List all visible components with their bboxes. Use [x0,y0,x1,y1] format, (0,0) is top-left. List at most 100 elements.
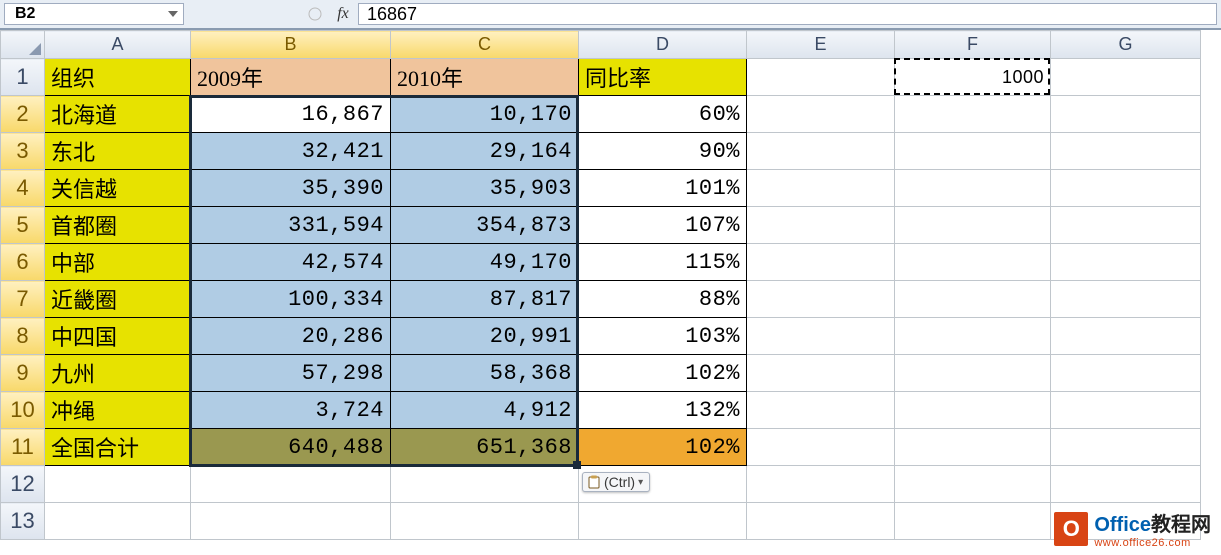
cell-G4[interactable] [1051,170,1201,207]
cell-B1[interactable]: 2009年 [191,59,391,96]
cell-C10[interactable]: 4,912 [391,392,579,429]
fx-icon[interactable]: fx [328,5,358,23]
cell-D11[interactable]: 102% [579,429,747,466]
col-header-E[interactable]: E [747,31,895,59]
row-header-13[interactable]: 13 [1,503,45,540]
cell-A13[interactable] [45,503,191,540]
cell-E5[interactable] [747,207,895,244]
row-header-2[interactable]: 2 [1,96,45,133]
cell-B12[interactable] [191,466,391,503]
cell-F3[interactable] [895,133,1051,170]
cell-F2[interactable] [895,96,1051,133]
cell-F12[interactable] [895,466,1051,503]
cell-E3[interactable] [747,133,895,170]
cell-G12[interactable] [1051,466,1201,503]
cell-D7[interactable]: 88% [579,281,747,318]
cell-D9[interactable]: 102% [579,355,747,392]
cell-D8[interactable]: 103% [579,318,747,355]
cell-E13[interactable] [747,503,895,540]
cell-C7[interactable]: 87,817 [391,281,579,318]
cell-F10[interactable] [895,392,1051,429]
formula-input[interactable]: 16867 [358,3,1217,25]
cell-E4[interactable] [747,170,895,207]
cell-A10[interactable]: 冲绳 [45,392,191,429]
row-header-7[interactable]: 7 [1,281,45,318]
cell-G3[interactable] [1051,133,1201,170]
row-header-1[interactable]: 1 [1,59,45,96]
cell-D4[interactable]: 101% [579,170,747,207]
cell-G6[interactable] [1051,244,1201,281]
row-header-9[interactable]: 9 [1,355,45,392]
cell-E7[interactable] [747,281,895,318]
row-header-3[interactable]: 3 [1,133,45,170]
cell-C6[interactable]: 49,170 [391,244,579,281]
cell-B9[interactable]: 57,298 [191,355,391,392]
cell-D2[interactable]: 60% [579,96,747,133]
col-header-B[interactable]: B [191,31,391,59]
paste-options-tag[interactable]: (Ctrl) ▾ [582,472,650,492]
cell-F11[interactable] [895,429,1051,466]
cell-A1[interactable]: 组织 [45,59,191,96]
cell-C12[interactable] [391,466,579,503]
cell-D1[interactable]: 同比率 [579,59,747,96]
cell-A6[interactable]: 中部 [45,244,191,281]
cell-C9[interactable]: 58,368 [391,355,579,392]
cell-G9[interactable] [1051,355,1201,392]
cell-F7[interactable] [895,281,1051,318]
row-header-5[interactable]: 5 [1,207,45,244]
cell-F8[interactable] [895,318,1051,355]
col-header-A[interactable]: A [45,31,191,59]
cell-B2[interactable]: 16,867 [191,96,391,133]
cell-E9[interactable] [747,355,895,392]
cell-G11[interactable] [1051,429,1201,466]
cell-G10[interactable] [1051,392,1201,429]
col-header-D[interactable]: D [579,31,747,59]
cell-C13[interactable] [391,503,579,540]
col-header-F[interactable]: F [895,31,1051,59]
cell-D13[interactable] [579,503,747,540]
col-header-G[interactable]: G [1051,31,1201,59]
cell-E11[interactable] [747,429,895,466]
cell-A4[interactable]: 关信越 [45,170,191,207]
cell-F13[interactable] [895,503,1051,540]
name-box-dropdown-icon[interactable] [166,7,180,21]
cell-E10[interactable] [747,392,895,429]
cell-B8[interactable]: 20,286 [191,318,391,355]
cell-D5[interactable]: 107% [579,207,747,244]
cell-F6[interactable] [895,244,1051,281]
cell-C11[interactable]: 651,368 [391,429,579,466]
cell-G8[interactable] [1051,318,1201,355]
cell-A9[interactable]: 九州 [45,355,191,392]
cell-A11[interactable]: 全国合计 [45,429,191,466]
cell-A12[interactable] [45,466,191,503]
cell-F1[interactable]: 1000 [895,59,1051,96]
cell-C3[interactable]: 29,164 [391,133,579,170]
cell-G5[interactable] [1051,207,1201,244]
cell-F5[interactable] [895,207,1051,244]
cell-D10[interactable]: 132% [579,392,747,429]
cell-B6[interactable]: 42,574 [191,244,391,281]
cell-G2[interactable] [1051,96,1201,133]
cell-G7[interactable] [1051,281,1201,318]
col-header-C[interactable]: C [391,31,579,59]
cell-C8[interactable]: 20,991 [391,318,579,355]
row-header-4[interactable]: 4 [1,170,45,207]
cell-B13[interactable] [191,503,391,540]
cell-D6[interactable]: 115% [579,244,747,281]
cell-F9[interactable] [895,355,1051,392]
row-header-12[interactable]: 12 [1,466,45,503]
cell-A8[interactable]: 中四国 [45,318,191,355]
cell-C1[interactable]: 2010年 [391,59,579,96]
row-header-6[interactable]: 6 [1,244,45,281]
cell-A7[interactable]: 近畿圈 [45,281,191,318]
row-header-10[interactable]: 10 [1,392,45,429]
cell-E2[interactable] [747,96,895,133]
name-box[interactable]: B2 [4,3,184,25]
cell-G1[interactable] [1051,59,1201,96]
cell-B7[interactable]: 100,334 [191,281,391,318]
cell-C5[interactable]: 354,873 [391,207,579,244]
row-header-11[interactable]: 11 [1,429,45,466]
cell-D3[interactable]: 90% [579,133,747,170]
cell-A5[interactable]: 首都圈 [45,207,191,244]
cell-B10[interactable]: 3,724 [191,392,391,429]
